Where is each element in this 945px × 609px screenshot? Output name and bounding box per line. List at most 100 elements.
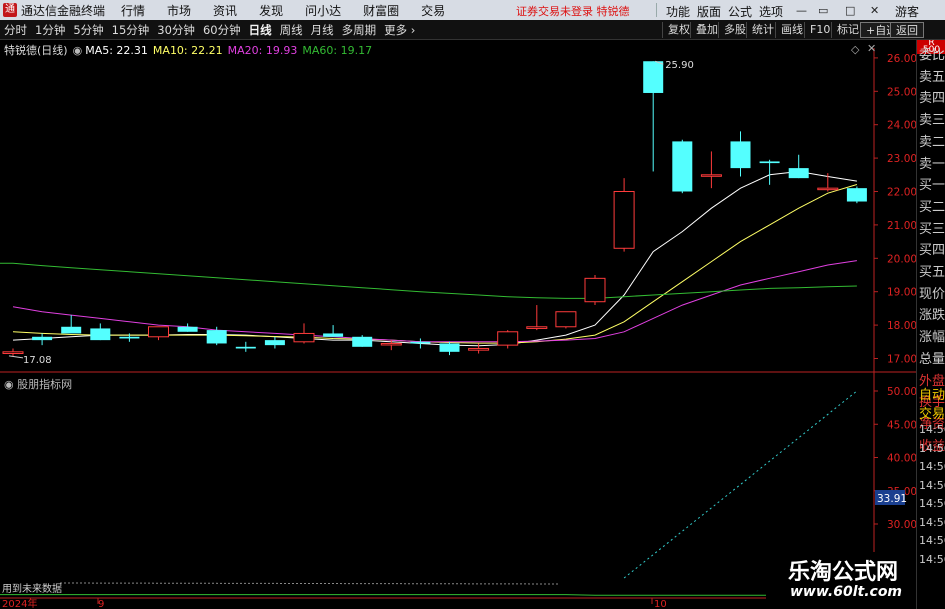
candle-body-up [2, 351, 24, 354]
menu-function[interactable]: 功能 [666, 3, 690, 20]
indicator-line-solid [0, 594, 857, 596]
tab-30min[interactable]: 30分钟 [153, 22, 199, 38]
y-tick-label: 24.00 [887, 120, 916, 132]
candle-body-down [672, 141, 693, 192]
y-tick-label: 26.00 [887, 53, 916, 65]
menu-options[interactable]: 选项 [759, 3, 783, 20]
trade-time: 14:56 [919, 478, 945, 492]
candle-body-down [846, 188, 867, 202]
quote-label: 现价 [919, 286, 945, 302]
ma-line-ma10 [12, 184, 858, 344]
quote-label: 交易 [919, 407, 945, 422]
candle-body-down [90, 328, 111, 341]
x-axis-label: 2024年 [2, 597, 37, 609]
subchart-title: ◉ 股朋指标网 [4, 376, 72, 392]
collapse-icon[interactable]: ◉ [73, 44, 83, 57]
menu-item-wealth[interactable]: 财富圈 [363, 2, 399, 19]
candle-body-down [206, 330, 227, 344]
tab-15min[interactable]: 15分钟 [108, 22, 154, 38]
quote-label: 买四 [919, 243, 945, 259]
quote-label: 卖五 [919, 69, 945, 85]
menu-item-trade[interactable]: 交易 [421, 2, 445, 19]
candle-body-down [177, 326, 198, 332]
user-label[interactable]: 游客 [895, 3, 919, 20]
x-axis-label: 9 [98, 599, 104, 609]
y-tick-label: 23.00 [887, 153, 916, 165]
minimize-icon[interactable]: — [796, 4, 807, 17]
trade-time: 14:56 [919, 460, 945, 473]
sub-y-tick-label: 30.00 [887, 519, 916, 531]
sub-y-tick-label: 45.00 [887, 419, 916, 431]
candle-body-down [352, 336, 373, 347]
quote-label: 买一 [919, 178, 945, 194]
kline-chart[interactable]: 17.00 18.00 19.00 20.00 21.00 22.00 23.00 24.00… [0, 40, 916, 609]
tab-60min[interactable]: 60分钟 [199, 22, 245, 38]
login-notice[interactable]: 证券交易未登录 特锐德 [516, 3, 630, 19]
quote-label: 卖四 [919, 91, 945, 107]
close-icon[interactable]: ✕ [870, 4, 879, 17]
candle-body-up [613, 191, 635, 249]
y-tick-label: 18.00 [887, 320, 916, 332]
ma60-label: MA60: 19.17 [302, 43, 373, 57]
candle-body-down [410, 341, 431, 344]
menu-item-ask[interactable]: 问小达 [305, 2, 341, 19]
candle-body-down [788, 168, 809, 179]
menu-formula[interactable]: 公式 [728, 3, 752, 20]
quote-label: 买二 [919, 199, 945, 215]
trade-time: 14:56 [919, 534, 945, 547]
candle-body-up [584, 277, 606, 303]
tab-intraday[interactable]: 分时 [0, 22, 31, 38]
restore-icon[interactable]: ▭ [818, 4, 828, 17]
subchart-collapse-icon[interactable]: ◉ [4, 378, 17, 391]
menu-layout[interactable]: 版面 [697, 3, 721, 20]
candle-body-down [264, 340, 285, 346]
tab-weekly[interactable]: 周线 [276, 22, 307, 38]
tab-monthly[interactable]: 月线 [307, 22, 338, 38]
terminal-window: 通 通达信金融终端 行情 市场 资讯 发现 问小达 财富圈 交易 证券交易未登录… [0, 0, 945, 609]
menu-item-discover[interactable]: 发现 [259, 2, 283, 19]
quote-label: 买三 [919, 221, 945, 237]
app-logo-icon: 通 [3, 3, 17, 17]
candle-body-down [643, 61, 664, 93]
quote-label: 卖二 [919, 134, 945, 150]
ma20-label: MA20: 19.93 [227, 43, 298, 57]
trade-time: 14:56 [919, 441, 945, 455]
candle-body-up [497, 331, 519, 346]
trade-time: 14:56 [919, 515, 945, 529]
ma-line-ma5 [12, 170, 857, 347]
y-tick-label: 19.00 [887, 287, 916, 299]
candle-body-down [235, 346, 256, 349]
menu-divider [656, 3, 657, 17]
candle-body-up [380, 342, 402, 346]
chart-close-icon[interactable]: ✕ [867, 42, 876, 55]
candle-body-up [526, 326, 548, 329]
ma10-label: MA10: 22.21 [152, 43, 223, 57]
tab-5min[interactable]: 5分钟 [69, 22, 107, 38]
high-label: 25.90 [665, 60, 694, 71]
indicator-baseline-dashed [59, 582, 561, 585]
ma5-label: MA5: 22.31 [85, 43, 148, 57]
current-value-label: 33.91 [877, 493, 907, 505]
tab-daily[interactable]: 日线 [245, 22, 276, 38]
menu-item-markets[interactable]: 市场 [167, 2, 191, 19]
period-toolbar: 分时 1分钟 5分钟 15分钟 30分钟 60分钟 日线 周线 月线 多周期 更… [0, 20, 945, 40]
maximize-icon[interactable]: □ [845, 4, 855, 17]
back-button[interactable]: 返回 [890, 22, 924, 38]
menu-item-market[interactable]: 行情 [121, 2, 145, 19]
ma-line-ma60 [0, 262, 857, 299]
candle-body-up [468, 347, 490, 351]
brand-watermark: 乐淘公式网 www.60lt.com [766, 552, 916, 609]
menu-item-news[interactable]: 资讯 [213, 2, 237, 19]
trade-time: 14:56 [919, 552, 945, 566]
y-tick-label: 20.00 [887, 253, 916, 265]
tab-1min[interactable]: 1分钟 [31, 22, 69, 38]
stock-name[interactable]: 特锐德(日线) [4, 42, 68, 58]
candle-body-up [817, 187, 839, 191]
quote-label: 卖三 [919, 113, 945, 129]
quote-label: 委比 [919, 48, 945, 63]
menu-bar: 通 通达信金融终端 行情 市场 资讯 发现 问小达 财富圈 交易 证券交易未登录… [0, 0, 945, 20]
low-label: 17.08 [23, 355, 52, 366]
tab-more[interactable]: 更多 › [380, 22, 419, 38]
tab-multi-period[interactable]: 多周期 [338, 22, 381, 38]
chart-settings-icon[interactable]: ◇ [851, 43, 859, 56]
